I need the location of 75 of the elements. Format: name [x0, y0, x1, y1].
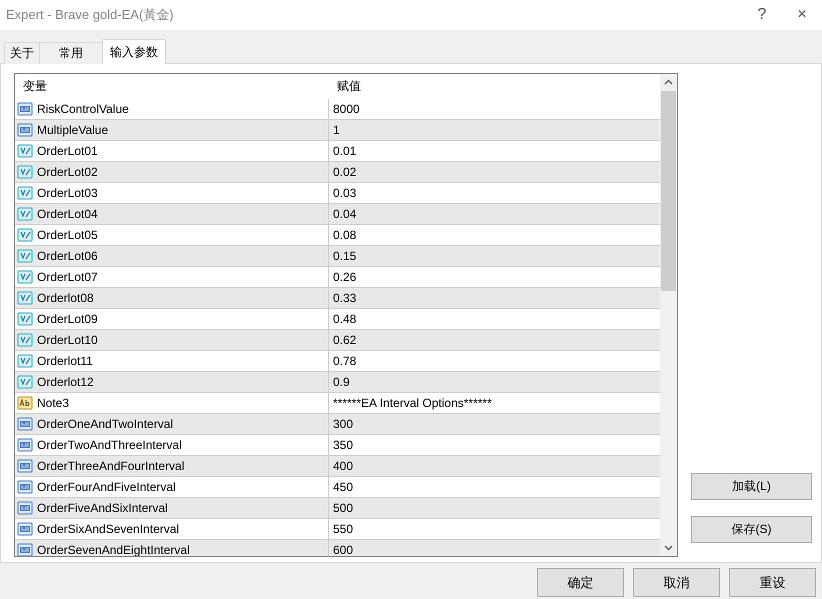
parameter-value[interactable]: 0.02 [333, 165, 356, 179]
fraction-icon [17, 227, 33, 243]
integer-icon [17, 122, 33, 138]
fraction-icon [17, 290, 33, 306]
fraction-icon [17, 311, 33, 327]
parameter-value[interactable]: 0.62 [333, 333, 356, 347]
integer-icon [17, 500, 33, 516]
parameter-value[interactable]: 300 [333, 417, 354, 431]
parameter-value[interactable]: 8000 [333, 102, 360, 116]
parameter-name: OrderLot09 [37, 312, 98, 326]
parameter-value[interactable]: 400 [333, 459, 354, 473]
side-button[interactable]: 加载(L) [691, 473, 812, 500]
parameter-value[interactable]: 550 [333, 522, 354, 536]
parameter-value[interactable]: 350 [333, 438, 354, 452]
parameter-value[interactable]: 0.48 [333, 312, 356, 326]
fraction-icon [17, 164, 33, 180]
parameter-name: OrderLot06 [37, 249, 98, 263]
parameter-value[interactable]: 0.9 [333, 375, 350, 389]
scrollbar-thumb[interactable] [661, 91, 676, 291]
parameter-name: OrderFiveAndSixInterval [37, 501, 168, 515]
tab[interactable]: 关于 [4, 42, 40, 64]
fraction-icon [17, 353, 33, 369]
parameter-name: MultipleValue [37, 123, 108, 137]
parameter-name: OrderThreeAndFourInterval [37, 459, 184, 473]
dialog-button[interactable]: 取消 [633, 568, 720, 597]
parameter-value[interactable]: 0.15 [333, 249, 356, 263]
parameter-value[interactable]: 1 [333, 123, 340, 137]
parameter-value[interactable]: ******EA Interval Options****** [333, 396, 492, 410]
parameter-value[interactable]: 0.78 [333, 354, 356, 368]
side-button[interactable]: 保存(S) [691, 516, 812, 543]
text-icon [17, 395, 33, 411]
tab[interactable]: 常用 [39, 42, 103, 64]
parameter-name: OrderLot05 [37, 228, 98, 242]
fraction-icon [17, 374, 33, 390]
help-button[interactable]: ? [742, 0, 782, 30]
tab[interactable]: 输入参数 [102, 39, 166, 64]
parameter-value[interactable]: 0.03 [333, 186, 356, 200]
fraction-icon [17, 248, 33, 264]
parameter-name: Orderlot08 [37, 291, 94, 305]
fraction-icon [17, 185, 33, 201]
integer-icon [17, 458, 33, 474]
dialog-button[interactable]: 确定 [537, 568, 624, 597]
fraction-icon [17, 269, 33, 285]
parameter-value[interactable]: 500 [333, 501, 354, 515]
parameter-name: OrderLot04 [37, 207, 98, 221]
column-header: 变量 [22, 78, 48, 94]
parameter-name: OrderSixAndSevenInterval [37, 522, 180, 536]
integer-icon [17, 542, 33, 556]
parameter-value[interactable]: 0.08 [333, 228, 356, 242]
parameter-name: Orderlot11 [37, 354, 93, 368]
parameter-value[interactable]: 450 [333, 480, 354, 494]
close-button[interactable]: × [782, 0, 822, 30]
parameter-name: OrderFourAndFiveInterval [37, 480, 176, 494]
parameter-value[interactable]: 600 [333, 543, 354, 556]
fraction-icon [17, 143, 33, 159]
parameter-value[interactable]: 0.04 [333, 207, 356, 221]
parameter-name: OrderTwoAndThreeInterval [37, 438, 182, 452]
fraction-icon [17, 206, 33, 222]
parameter-name: Orderlot12 [37, 375, 94, 389]
parameter-value[interactable]: 0.26 [333, 270, 356, 284]
fraction-icon [17, 332, 33, 348]
column-header: 赋值 [336, 78, 362, 94]
parameter-value[interactable]: 0.01 [333, 144, 356, 158]
integer-icon [17, 416, 33, 432]
parameter-name: OrderLot02 [37, 165, 98, 179]
parameter-name: Note3 [37, 396, 70, 410]
parameter-name: OrderLot10 [37, 333, 98, 347]
window-title: Expert - Brave gold-EA(黃金) [6, 6, 175, 24]
parameter-name: OrderLot07 [37, 270, 98, 284]
parameter-name: OrderLot03 [37, 186, 98, 200]
parameter-name: OrderOneAndTwoInterval [37, 417, 174, 431]
parameter-value[interactable]: 0.33 [333, 291, 356, 305]
parameter-name: OrderLot01 [37, 144, 98, 158]
dialog-button[interactable]: 重设 [729, 568, 816, 597]
parameter-name: RiskControlValue [37, 102, 129, 116]
